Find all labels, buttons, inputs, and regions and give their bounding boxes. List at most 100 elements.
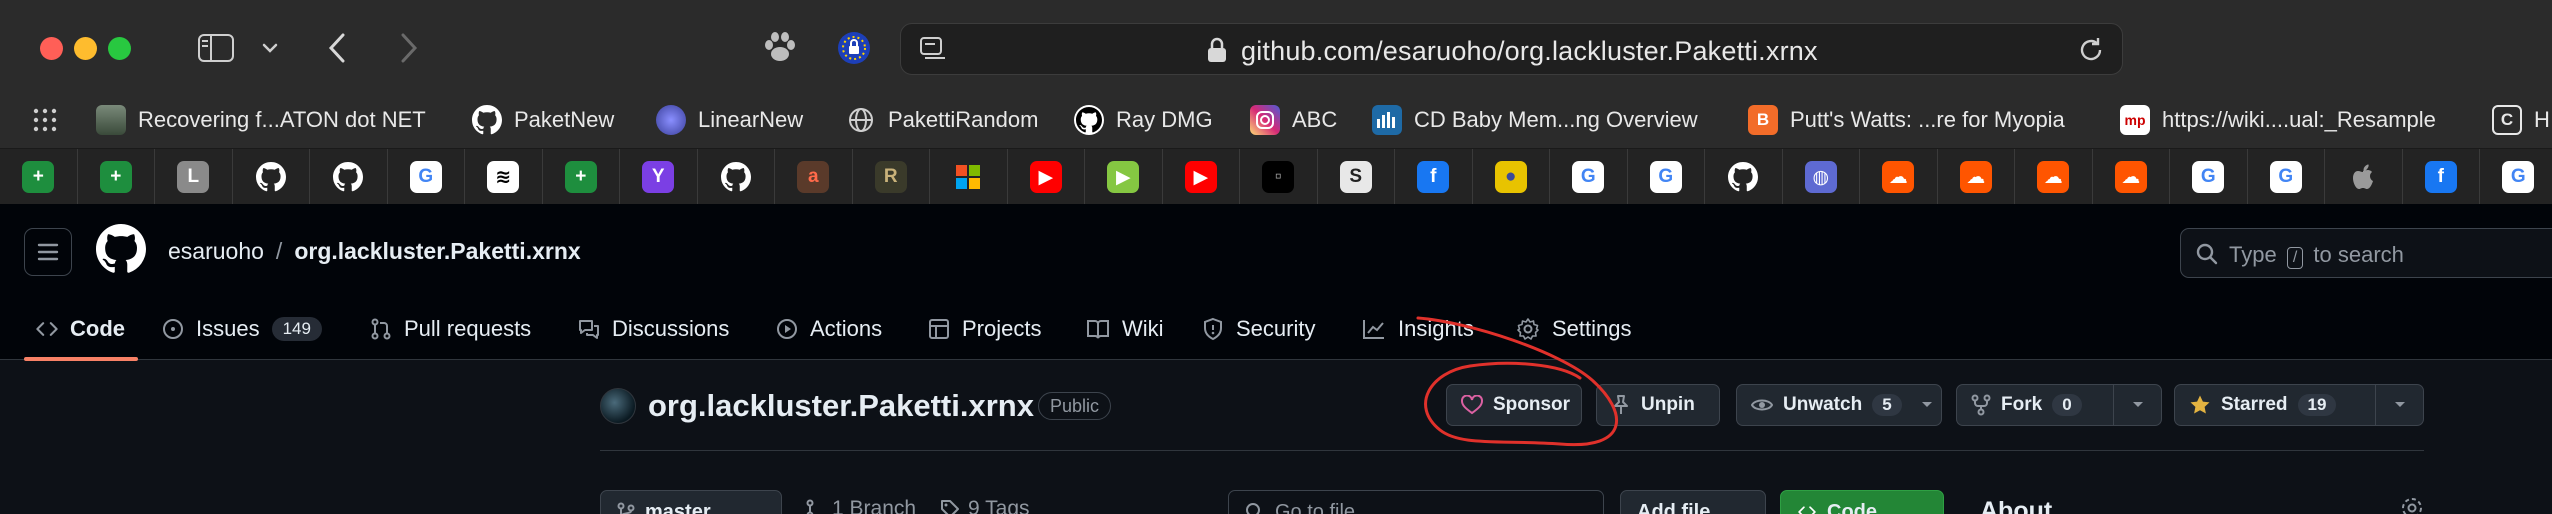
privacy-extension-icon[interactable] <box>834 28 874 68</box>
stack-tab-icon: ≋ <box>487 161 520 193</box>
browser-tab[interactable]: G <box>2480 149 2552 205</box>
favorite-item[interactable]: B Putt's Watts: ...re for Myopia <box>1748 102 2065 138</box>
tab-projects[interactable]: Projects <box>928 298 1041 360</box>
favorite-item[interactable]: C H <box>2492 102 2550 138</box>
branches-link[interactable]: 1 Branch <box>806 497 916 514</box>
browser-tab[interactable] <box>698 149 775 205</box>
tags-link[interactable]: 9 Tags <box>940 497 1030 514</box>
browser-tab[interactable]: ▶ <box>1163 149 1240 205</box>
back-button[interactable] <box>322 28 352 68</box>
tab-label: Insights <box>1398 316 1474 341</box>
favorite-item[interactable]: ABC <box>1250 102 1337 138</box>
paw-extension-icon[interactable] <box>760 28 800 68</box>
tab-wiki[interactable]: Wiki <box>1086 298 1164 360</box>
close-window-button[interactable] <box>40 37 63 60</box>
tab-actions[interactable]: Actions <box>776 298 882 360</box>
fork-button[interactable]: Fork 0 <box>1956 384 2162 426</box>
search-input[interactable]: Type / to search <box>2180 228 2552 278</box>
go-to-file-input[interactable]: Go to file <box>1228 490 1604 514</box>
browser-tab[interactable]: Y <box>620 149 698 205</box>
browser-tab[interactable]: G <box>388 149 465 205</box>
browser-tab[interactable]: ☁ <box>1938 149 2015 205</box>
tab-pull-requests[interactable]: Pull requests <box>370 298 531 360</box>
favorite-item[interactable]: PakettiRandom <box>846 102 1038 138</box>
browser-tab[interactable] <box>1705 149 1783 205</box>
favorite-item[interactable]: LinearNew <box>656 102 803 138</box>
breadcrumb: esaruoho / org.lackluster.Paketti.xrnx <box>168 238 581 265</box>
browser-tab[interactable] <box>310 149 388 205</box>
browser-tab[interactable]: ◍ <box>1783 149 1860 205</box>
browser-tab[interactable]: ▶ <box>1008 149 1085 205</box>
starred-button[interactable]: Starred 19 <box>2174 384 2424 426</box>
fork-dropdown[interactable] <box>2113 385 2161 425</box>
minimize-window-button[interactable] <box>74 37 97 60</box>
address-bar[interactable]: github.com/esaruoho/org.lackluster.Paket… <box>900 23 2123 75</box>
code-button[interactable]: Code <box>1780 490 1944 514</box>
breadcrumb-repo-link[interactable]: org.lackluster.Paketti.xrnx <box>294 238 580 264</box>
browser-tab[interactable]: R <box>853 149 930 205</box>
browser-tab[interactable]: ☁ <box>1860 149 1938 205</box>
issues-counter: 149 <box>271 317 322 341</box>
browser-tab[interactable]: ▫ <box>1240 149 1318 205</box>
favorites-grid-icon[interactable] <box>32 102 58 138</box>
starred-dropdown[interactable] <box>2375 385 2423 425</box>
tab-issues[interactable]: Issues 149 <box>162 298 322 360</box>
favorite-item[interactable]: Ray DMG <box>1074 102 1213 138</box>
add-file-button[interactable]: Add file <box>1620 490 1766 514</box>
browser-tab[interactable]: + <box>543 149 620 205</box>
tab-discussions[interactable]: Discussions <box>578 298 729 360</box>
search-placeholder: Type / to search <box>2229 242 2404 269</box>
favorite-item[interactable]: Recovering f...ATON dot NET <box>96 102 426 138</box>
browser-tab[interactable]: + <box>0 149 78 205</box>
repo-title[interactable]: org.lackluster.Paketti.xrnx <box>648 388 1034 424</box>
forward-button[interactable] <box>394 28 424 68</box>
browser-tab[interactable]: G <box>2248 149 2325 205</box>
about-heading: About <box>1980 497 2053 514</box>
browser-tab[interactable]: ▶ <box>1085 149 1163 205</box>
chevron-down-icon[interactable] <box>258 28 282 68</box>
favorite-item[interactable]: PaketNew <box>472 102 614 138</box>
branch-icon <box>617 502 635 514</box>
browser-tab[interactable]: + <box>78 149 155 205</box>
tab-insights[interactable]: Insights <box>1362 298 1474 360</box>
facebook-tab-icon: f <box>2424 161 2457 193</box>
browser-tab[interactable]: f <box>1395 149 1473 205</box>
browser-tab[interactable]: S <box>1318 149 1395 205</box>
tab-settings[interactable]: Settings <box>1516 298 1632 360</box>
browser-tab[interactable]: L <box>155 149 233 205</box>
browser-tab[interactable]: ☁ <box>2015 149 2093 205</box>
tab-label: Settings <box>1552 316 1632 341</box>
browser-tab[interactable]: G <box>1628 149 1705 205</box>
fullscreen-window-button[interactable] <box>108 37 131 60</box>
owner-avatar[interactable] <box>600 388 636 424</box>
browser-tab[interactable]: G <box>1550 149 1628 205</box>
browser-tab[interactable] <box>930 149 1008 205</box>
reload-icon[interactable] <box>2077 36 2105 69</box>
breadcrumb-owner-link[interactable]: esaruoho <box>168 238 264 264</box>
sidebar-toggle-icon[interactable] <box>194 28 238 68</box>
tab-security[interactable]: Security <box>1202 298 1315 360</box>
branch-select-button[interactable]: master <box>600 490 782 514</box>
page-menu-icon[interactable] <box>919 36 947 67</box>
about-settings-gear-icon[interactable] <box>2400 496 2424 514</box>
sponsor-button[interactable]: Sponsor <box>1446 384 1582 426</box>
favorite-item[interactable]: mp https://wiki....ual:_Resample <box>2120 102 2436 138</box>
browser-tab[interactable]: a <box>775 149 853 205</box>
github-logo-icon[interactable] <box>96 224 146 279</box>
go-to-file-placeholder: Go to file <box>1275 500 1356 514</box>
tab-label: Code <box>70 316 125 341</box>
browser-tab[interactable]: ● <box>1473 149 1550 205</box>
tab-code[interactable]: Code <box>36 298 125 360</box>
favorite-item[interactable]: CD Baby Mem...ng Overview <box>1372 102 1698 138</box>
unwatch-button[interactable]: Unwatch 5 <box>1736 384 1942 426</box>
hamburger-menu-button[interactable] <box>24 228 72 276</box>
browser-tab[interactable]: G <box>2170 149 2248 205</box>
unwatch-dropdown[interactable] <box>1910 385 1944 425</box>
browser-tab[interactable]: ≋ <box>465 149 543 205</box>
unpin-button[interactable]: Unpin <box>1596 384 1720 426</box>
browser-tab[interactable]: f <box>2403 149 2480 205</box>
browser-tab[interactable] <box>233 149 310 205</box>
browser-tab[interactable] <box>2325 149 2403 205</box>
browser-tab[interactable]: ☁ <box>2093 149 2170 205</box>
heart-icon <box>1461 395 1483 415</box>
